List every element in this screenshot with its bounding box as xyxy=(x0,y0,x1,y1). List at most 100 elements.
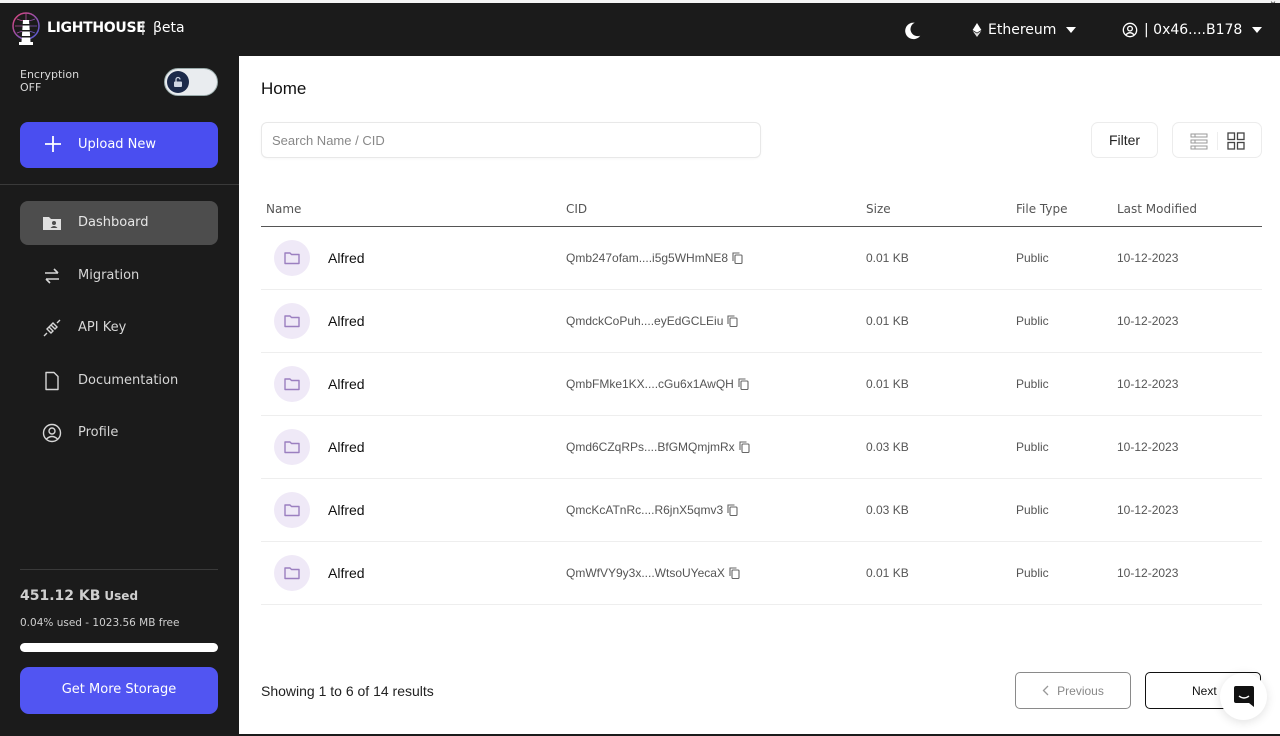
column-header-name[interactable]: Name xyxy=(266,202,301,216)
table-row[interactable]: Alfred QmbFMke1KX....cGu6x1AwQH 0.01 KB … xyxy=(261,353,1262,416)
file-type: Public xyxy=(1016,377,1049,391)
encryption-toggle[interactable] xyxy=(164,68,218,96)
network-selector[interactable]: Ethereum xyxy=(972,19,1077,41)
brand-name: LIGHTHOUSE xyxy=(47,20,146,36)
file-last-modified: 10-12-2023 xyxy=(1117,314,1179,328)
sidebar-item-documentation[interactable]: Documentation xyxy=(20,359,218,403)
sidebar: Encryption OFF Upload New Dashboard Migr… xyxy=(0,56,239,736)
toggle-knob xyxy=(167,71,189,93)
column-header-file-type[interactable]: File Type xyxy=(1016,202,1067,216)
sidebar-item-dashboard[interactable]: Dashboard xyxy=(20,201,218,245)
encryption-title: Encryption xyxy=(20,68,80,81)
beta-badge: βeta xyxy=(153,20,185,36)
copy-icon[interactable] xyxy=(727,315,738,327)
copy-icon[interactable] xyxy=(727,504,738,516)
sidebar-item-migration[interactable]: Migration xyxy=(20,254,218,298)
upload-new-button[interactable]: Upload New xyxy=(20,122,218,168)
folder-avatar xyxy=(274,240,310,276)
file-size: 0.01 KB xyxy=(866,314,909,328)
cid-cell: Qmd6CZqRPs....BfGMQmjmRx xyxy=(566,440,750,454)
chevron-left-icon xyxy=(1042,685,1049,696)
folder-icon xyxy=(284,441,300,454)
file-cid: QmWfVY9y3x....WtsoUYecaX xyxy=(566,566,725,580)
file-cid: Qmb247ofam....i5g5WHmNE8 xyxy=(566,251,729,265)
file-name[interactable]: Alfred xyxy=(328,376,365,392)
storage-detail: 0.04% used - 1023.56 MB free xyxy=(20,617,180,629)
sidebar-item-api-key[interactable]: API Key xyxy=(20,306,218,350)
folder-icon xyxy=(284,252,300,265)
storage-progress-fill xyxy=(20,643,218,652)
get-more-storage-button[interactable]: Get More Storage xyxy=(20,667,218,714)
file-cid: Qmd6CZqRPs....BfGMQmjmRx xyxy=(566,440,735,454)
files-table: Name CID Size File Type Last Modified Al… xyxy=(261,196,1262,605)
cid-cell: QmcKcATnRc....R6jnX5qmv3 xyxy=(566,503,738,517)
file-name[interactable]: Alfred xyxy=(328,439,365,455)
folder-avatar xyxy=(274,555,310,591)
folder-icon xyxy=(284,567,300,580)
filter-button[interactable]: Filter xyxy=(1091,122,1158,158)
folder-icon xyxy=(284,315,300,328)
arrows-swap-icon xyxy=(45,268,59,284)
copy-icon[interactable] xyxy=(729,567,740,579)
table-row[interactable]: Alfred QmWfVY9y3x....WtsoUYecaX 0.01 KB … xyxy=(261,542,1262,605)
moon-icon[interactable] xyxy=(901,20,923,42)
table-row[interactable]: Alfred Qmb247ofam....i5g5WHmNE8 0.01 KB … xyxy=(261,227,1262,290)
file-name[interactable]: Alfred xyxy=(328,313,365,329)
copy-icon[interactable] xyxy=(739,441,750,453)
copy-icon[interactable] xyxy=(738,378,749,390)
cid-cell: QmbFMke1KX....cGu6x1AwQH xyxy=(566,377,749,391)
file-size: 0.01 KB xyxy=(866,251,909,265)
file-size: 0.01 KB xyxy=(866,566,909,580)
file-name[interactable]: Alfred xyxy=(328,250,365,266)
column-header-cid[interactable]: CID xyxy=(566,202,587,216)
folder-user-icon xyxy=(43,217,61,230)
table-header: Name CID Size File Type Last Modified xyxy=(261,196,1262,227)
file-name[interactable]: Alfred xyxy=(328,565,365,581)
wallet-address: | 0x46....B178 xyxy=(1144,22,1243,38)
previous-page-button[interactable]: Previous xyxy=(1015,672,1131,709)
copy-icon[interactable] xyxy=(732,252,743,264)
chat-support-button[interactable] xyxy=(1220,673,1267,720)
chevron-down-icon xyxy=(1066,27,1077,33)
sidebar-item-label: Documentation xyxy=(78,373,179,388)
main-content: Home Filter Name CID Size xyxy=(239,56,1280,736)
lighthouse-logo-icon xyxy=(12,12,40,45)
file-name[interactable]: Alfred xyxy=(328,502,365,518)
file-type: Public xyxy=(1016,503,1049,517)
column-header-size[interactable]: Size xyxy=(866,202,891,216)
storage-used-word: Used xyxy=(104,589,139,603)
wallet-menu[interactable]: | 0x46....B178 xyxy=(1122,19,1263,41)
ethereum-icon xyxy=(972,23,982,37)
view-mode-toggle xyxy=(1172,122,1262,158)
table-row[interactable]: Alfred QmdckCoPuh....eyEdGCLEiu 0.01 KB … xyxy=(261,290,1262,353)
column-header-last-modified[interactable]: Last Modified xyxy=(1117,202,1197,216)
upload-new-label: Upload New xyxy=(78,137,157,152)
folder-avatar xyxy=(274,429,310,465)
table-row[interactable]: Alfred QmcKcATnRc....R6jnX5qmv3 0.03 KB … xyxy=(261,479,1262,542)
chevron-down-icon xyxy=(1252,27,1263,33)
file-type: Public xyxy=(1016,440,1049,454)
file-last-modified: 10-12-2023 xyxy=(1117,566,1179,580)
search-input[interactable] xyxy=(261,122,761,158)
network-label: Ethereum xyxy=(988,22,1057,38)
grid-view-icon[interactable] xyxy=(1226,131,1246,151)
file-last-modified: 10-12-2023 xyxy=(1117,377,1179,391)
file-cid: QmcKcATnRc....R6jnX5qmv3 xyxy=(566,503,724,517)
document-icon xyxy=(45,371,59,391)
encryption-state: OFF xyxy=(20,81,42,94)
storage-used-value: 451.12 KB xyxy=(20,588,101,604)
get-more-storage-label: Get More Storage xyxy=(61,682,177,697)
view-toggle-divider xyxy=(1217,132,1218,150)
plug-icon xyxy=(43,319,61,337)
folder-icon xyxy=(284,504,300,517)
user-circle-icon xyxy=(42,423,62,443)
unlock-icon xyxy=(174,76,182,87)
sidebar-item-label: Dashboard xyxy=(78,215,149,230)
folder-avatar xyxy=(274,303,310,339)
page-title: Home xyxy=(261,79,307,98)
file-type: Public xyxy=(1016,251,1049,265)
list-view-icon[interactable] xyxy=(1189,131,1209,151)
table-row[interactable]: Alfred Qmd6CZqRPs....BfGMQmjmRx 0.03 KB … xyxy=(261,416,1262,479)
results-summary: Showing 1 to 6 of 14 results xyxy=(261,683,434,699)
sidebar-item-profile[interactable]: Profile xyxy=(20,411,218,455)
